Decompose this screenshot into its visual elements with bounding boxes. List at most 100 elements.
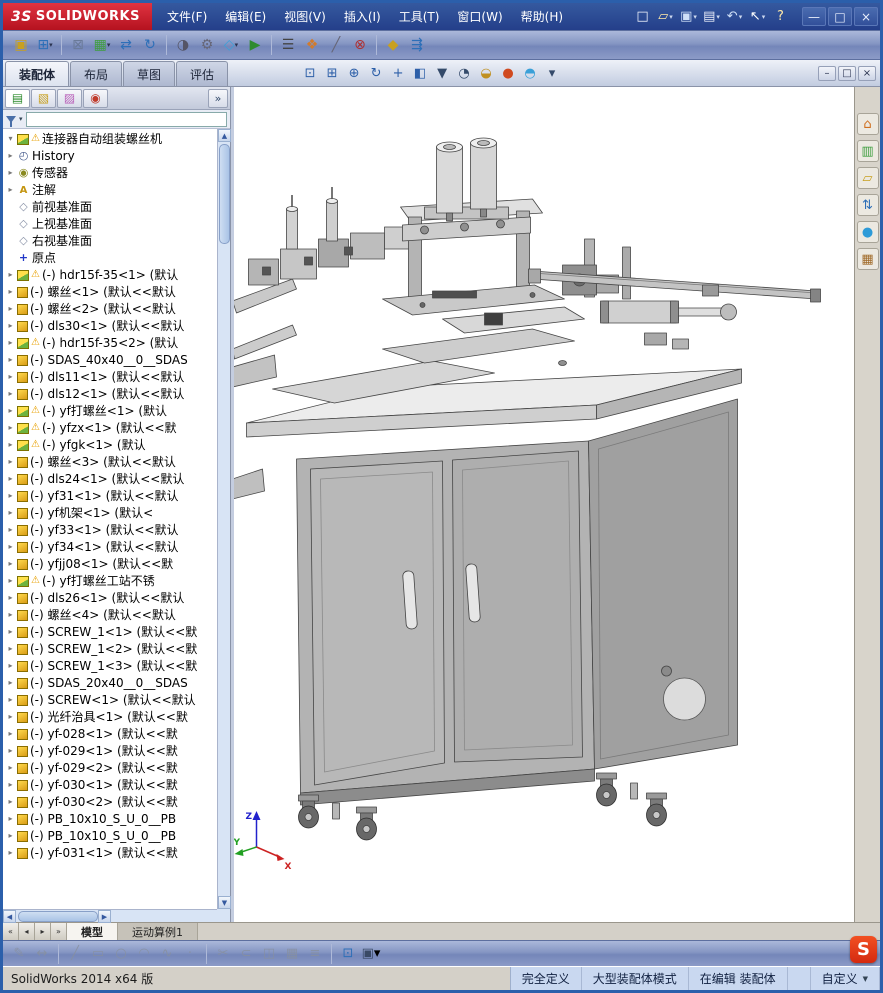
tree-item[interactable]: ▸ (-) SDAS_40x40__0__SDAS [3,351,217,368]
tree-item[interactable]: ▸ (-) yf34<1> (默认<<默认 [3,538,217,555]
tree-item[interactable]: ▸ ⚠ (-) hdr15f-35<2> (默认 [3,334,217,351]
expand-arrow-icon[interactable]: ▸ [6,542,15,551]
expand-arrow-icon[interactable]: ▸ [6,610,15,619]
expand-arrow-icon[interactable]: ▸ [6,423,15,432]
tree-item[interactable]: ▸ (-) yf-029<2> (默认<<默 [3,759,217,776]
linear-sketch-pattern-button[interactable]: ▦ [281,943,303,964]
doc-restore-button[interactable]: □ [838,65,856,81]
tree-item[interactable]: 右视基准面 [3,232,217,249]
expand-arrow-icon[interactable]: ▸ [6,185,15,194]
offset-entities-button[interactable]: ≡ [304,943,326,964]
configurationmanager-tab[interactable]: ▨ [57,88,82,108]
rectangle-tool-button[interactable]: ▭ [87,943,109,964]
save-options-button[interactable]: ▣ ▾ [360,943,382,964]
menu-item[interactable]: 编辑(E) [216,4,275,29]
point-tool-button[interactable]: · [179,943,201,964]
zoom-area-button[interactable]: ⊞ [321,63,343,83]
design-library-button[interactable]: ▥ [856,140,879,162]
assembly-features-button[interactable]: ⚙ [195,33,219,57]
trim-entities-button[interactable]: ✂ [212,943,234,964]
view-settings-button[interactable]: ▾ [541,63,563,83]
expand-arrow-icon[interactable]: ▸ [6,287,15,296]
tree-item[interactable]: ▸ ⚠ (-) yfzx<1> (默认<<默 [3,419,217,436]
tree-item[interactable]: ▸ (-) yf-028<1> (默认<<默 [3,725,217,742]
external-references-button[interactable]: ⇶ [405,33,429,57]
expand-arrow-icon[interactable]: ▸ [6,559,15,568]
sogou-input-logo[interactable]: S [850,936,877,963]
graphics-viewport[interactable]: Z X Y [234,87,854,922]
tree-item[interactable]: ▸ (-) SCREW_1<2> (默认<<默 [3,640,217,657]
open-document-button[interactable]: ▱ ▾ [654,6,677,27]
convert-entities-button[interactable]: ⊂ [235,943,257,964]
tree-item[interactable]: ▸ 注解 [3,181,217,198]
tree-item[interactable]: ▸ (-) SCREW_1<1> (默认<<默 [3,623,217,640]
expand-arrow-icon[interactable]: ▸ [6,474,15,483]
tree-item[interactable]: ▸ (-) SDAS_20x40__0__SDAS [3,674,217,691]
pan-button[interactable]: + [387,63,409,83]
tree-item[interactable]: ▸ (-) dls24<1> (默认<<默认 [3,470,217,487]
expand-arrow-icon[interactable]: ▸ [6,644,15,653]
tabs-scroll-last-button[interactable]: » [51,923,67,940]
scrollbar-thumb[interactable] [18,911,98,922]
hide-show-items-button[interactable]: ◒ [475,63,497,83]
scroll-down-button[interactable]: ▼ [218,896,231,909]
reference-geometry-button[interactable]: ◇ ▾ [219,33,243,57]
exploded-view-button[interactable]: ❖ [300,33,324,57]
panel-expand-button[interactable]: » [208,88,228,108]
scroll-up-button[interactable]: ▲ [218,129,231,142]
scroll-left-button[interactable]: ◀ [3,910,16,923]
tabs-scroll-first-button[interactable]: « [3,923,19,940]
instant3d-button[interactable]: ◆ [381,33,405,57]
apply-scene-button[interactable]: ◓ [519,63,541,83]
expand-arrow-icon[interactable]: ▸ [6,593,15,602]
menu-item[interactable]: 帮助(H) [512,4,572,29]
view-palette-button[interactable]: ⇅ [856,194,879,216]
expand-arrow-icon[interactable]: ▸ [6,508,15,517]
rotate-view-button[interactable]: ↻ [365,63,387,83]
scrollbar-thumb[interactable] [218,144,230,244]
tree-filter-input[interactable] [25,111,227,127]
zoom-in-out-button[interactable]: ⊕ [343,63,365,83]
expand-arrow-icon[interactable]: ▸ [6,627,15,636]
tree-item[interactable]: ▸ (-) 螺丝<2> (默认<<默认 [3,300,217,317]
view-orientation-button[interactable]: ▼ [431,63,453,83]
insert-components-button[interactable]: ▣ [9,33,33,57]
scroll-right-button[interactable]: ▶ [98,910,111,923]
interference-detection-button[interactable]: ⊗ [348,33,372,57]
tree-item[interactable]: ▸ (-) dls30<1> (默认<<默认 [3,317,217,334]
expand-arrow-icon[interactable]: ▸ [6,304,15,313]
expand-arrow-icon[interactable]: ▸ [6,355,15,364]
tree-item[interactable]: ▾ ⚠ 连接器自动组装螺丝机 [3,130,217,147]
maximize-button[interactable]: □ [828,7,852,26]
tree-item[interactable]: ▸ ⚠ (-) yf打螺丝工站不锈 [3,572,217,589]
menu-item[interactable]: 工具(T) [390,4,449,29]
tree-item[interactable]: ▸ (-) yf33<1> (默认<<默认 [3,521,217,538]
instant2d-button[interactable]: ⊡ [337,943,359,964]
expand-arrow-icon[interactable]: ▸ [6,695,15,704]
featuremanager-tab[interactable]: ▤ [5,88,30,108]
model-3d-view[interactable]: Z X Y [234,87,854,922]
expand-arrow-icon[interactable]: ▸ [6,168,15,177]
tree-item[interactable]: ▸ (-) yf-031<1> (默认<<默 [3,844,217,861]
expand-arrow-icon[interactable]: ▸ [6,729,15,738]
tree-item[interactable]: 前视基准面 [3,198,217,215]
expand-arrow-icon[interactable]: ▸ [6,763,15,772]
tree-item[interactable]: ▸ (-) yf机架<1> (默认< [3,504,217,521]
expand-arrow-icon[interactable]: ▸ [6,151,15,160]
rotate-component-button[interactable]: ↻ [138,33,162,57]
section-view-button[interactable]: ◧ [409,63,431,83]
expand-arrow-icon[interactable]: ▸ [6,406,15,415]
tree-item[interactable]: ▸ History [3,147,217,164]
command-tab[interactable]: 评估 [176,61,229,86]
expand-arrow-icon[interactable]: ▸ [6,321,15,330]
menu-item[interactable]: 视图(V) [275,4,335,29]
expand-arrow-icon[interactable]: ▸ [6,457,15,466]
expand-arrow-icon[interactable]: ▸ [6,831,15,840]
expand-arrow-icon[interactable]: ▸ [6,525,15,534]
custom-properties-button[interactable]: ▦ [856,248,879,270]
show-hidden-components-button[interactable]: ◑ [171,33,195,57]
tabs-scroll-left-button[interactable]: ◂ [19,923,35,940]
tree-item[interactable]: ▸ (-) 螺丝<4> (默认<<默认 [3,606,217,623]
study-tab[interactable]: 运动算例1 [118,923,198,940]
expand-arrow-icon[interactable]: ▸ [6,270,15,279]
